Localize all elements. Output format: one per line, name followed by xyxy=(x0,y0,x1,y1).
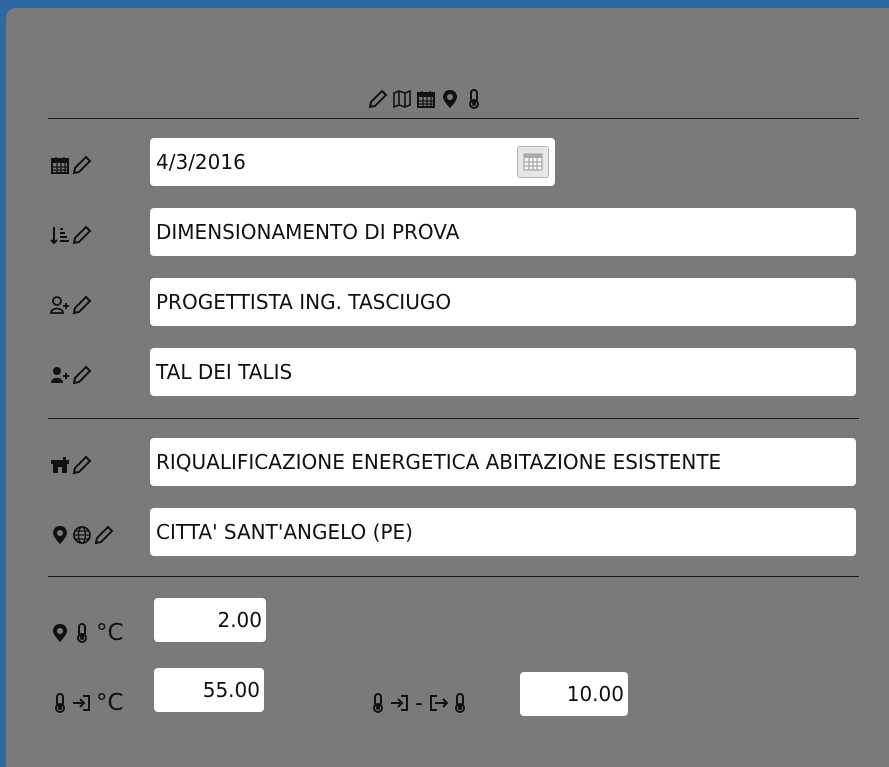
designer-input[interactable]: PROGETTISTA ING. TASCIUGO xyxy=(150,278,856,326)
date-picker-button[interactable] xyxy=(517,146,549,178)
pencil-icon[interactable] xyxy=(94,525,114,545)
outdoor-temp-label-icons: °C xyxy=(50,618,124,648)
inlet-temp-input[interactable]: 55.00 xyxy=(154,668,264,712)
description-label-icons xyxy=(50,220,92,250)
description-value: DIMENSIONAMENTO DI PROVA xyxy=(156,220,460,244)
building-input[interactable]: RIQUALIFICAZIONE ENERGETICA ABITAZIONE E… xyxy=(150,438,856,486)
client-value: TAL DEI TALIS xyxy=(156,360,293,384)
inlet-temp-value: 55.00 xyxy=(202,678,260,702)
building-label-icons xyxy=(50,450,92,480)
map-icon xyxy=(392,89,412,109)
thermometer-icon xyxy=(464,89,484,109)
pencil-icon[interactable] xyxy=(72,365,92,385)
sort-list-icon xyxy=(50,225,70,245)
thermometer-icon xyxy=(450,693,470,713)
date-value: 4/3/2016 xyxy=(156,150,246,174)
client-label-icons xyxy=(50,360,92,390)
pencil-icon[interactable] xyxy=(72,455,92,475)
pencil-icon[interactable] xyxy=(72,225,92,245)
designer-value: PROGETTISTA ING. TASCIUGO xyxy=(156,290,452,314)
house-icon xyxy=(50,455,70,475)
globe-icon xyxy=(72,525,92,545)
minus-separator: - xyxy=(415,690,423,716)
calendar-icon xyxy=(50,155,70,175)
pencil-icon[interactable] xyxy=(72,155,92,175)
header-icon-row xyxy=(368,84,538,114)
pencil-icon[interactable] xyxy=(72,295,92,315)
location-value: CITTA' SANT'ANGELO (PE) xyxy=(156,520,413,544)
designer-label-icons xyxy=(50,290,92,320)
inlet-temp-label-icons: °C xyxy=(50,688,124,718)
window-top-bar xyxy=(0,0,889,8)
map-marker-icon xyxy=(50,525,70,545)
divider-bottom xyxy=(48,576,859,577)
calendar-icon xyxy=(416,89,436,109)
description-input[interactable]: DIMENSIONAMENTO DI PROVA xyxy=(150,208,856,256)
outdoor-temp-input[interactable]: 2.00 xyxy=(154,598,266,642)
delta-temp-label-icons: - xyxy=(368,688,470,718)
building-value: RIQUALIFICAZIONE ENERGETICA ABITAZIONE E… xyxy=(156,450,722,474)
sign-in-icon xyxy=(72,693,92,713)
map-marker-icon xyxy=(440,89,460,109)
user-add-icon xyxy=(50,365,70,385)
divider-middle xyxy=(48,418,859,419)
thermometer-icon xyxy=(368,693,388,713)
map-marker-icon xyxy=(50,623,70,643)
client-input[interactable]: TAL DEI TALIS xyxy=(150,348,856,396)
date-input[interactable]: 4/3/2016 xyxy=(150,138,555,186)
thermometer-icon xyxy=(50,693,70,713)
location-input[interactable]: CITTA' SANT'ANGELO (PE) xyxy=(150,508,856,556)
sign-in-icon xyxy=(390,693,410,713)
location-label-icons xyxy=(50,520,114,550)
delta-temp-value: 10.00 xyxy=(566,682,624,706)
thermometer-icon xyxy=(72,623,92,643)
user-add-outline-icon xyxy=(50,295,70,315)
date-label-icons xyxy=(50,150,92,180)
outdoor-temp-value: 2.00 xyxy=(217,608,262,632)
celsius-unit: °C xyxy=(96,690,124,716)
pencil-icon xyxy=(368,89,388,109)
delta-temp-input[interactable]: 10.00 xyxy=(520,672,628,716)
celsius-unit: °C xyxy=(96,620,124,646)
divider-top xyxy=(48,118,859,119)
sign-out-icon xyxy=(428,693,448,713)
